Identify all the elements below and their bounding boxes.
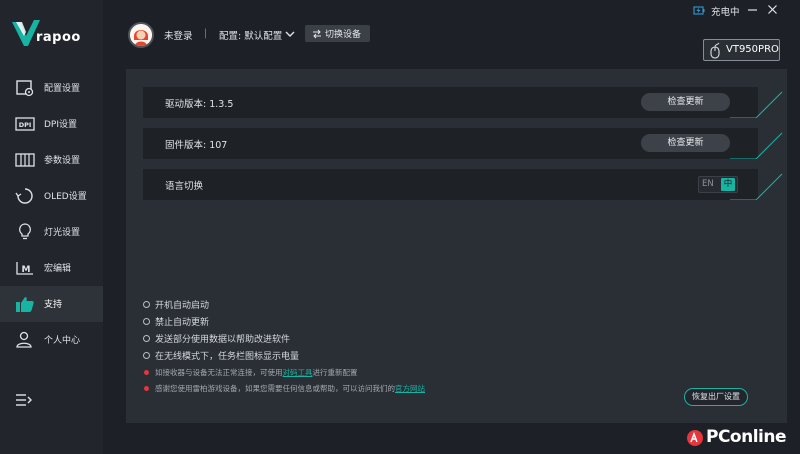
factory-reset-button[interactable]: 恢复出厂设置 [684, 388, 748, 406]
language-option-en[interactable]: EN [702, 179, 714, 189]
switch-device-label: 切换设备 [325, 30, 362, 40]
profile-selector[interactable]: 配置: 默认配置 [219, 28, 282, 42]
pconline-logo-icon [687, 430, 703, 446]
sidebar: rapoo 配置设置 DPI DPI设置 参数设置 OLED设置 灯光设置 M … [0, 0, 103, 454]
sidebar-item-label: 宏编辑 [44, 264, 72, 274]
radio-icon[interactable] [143, 301, 150, 308]
sidebar-item-lighting[interactable]: 灯光设置 [0, 214, 103, 250]
sidebar-item-label: 配置设置 [44, 84, 81, 94]
user-icon [16, 331, 32, 348]
option-label: 发送部分使用数据以帮助改进软件 [155, 335, 291, 345]
sidebar-item-label: 参数设置 [44, 156, 81, 166]
switch-icon [313, 29, 321, 38]
sidebar-item-label: 个人中心 [44, 336, 81, 346]
language-label: 语言切换 [165, 181, 204, 192]
sidebar-item-macro[interactable]: M 宏编辑 [0, 250, 103, 286]
collapse-menu-icon[interactable] [15, 392, 33, 408]
oled-icon [15, 188, 33, 204]
battery-charging-icon [693, 6, 705, 15]
radio-icon[interactable] [143, 352, 150, 359]
note-text-part: 进行重新配置 [312, 368, 358, 377]
radio-icon[interactable] [143, 335, 150, 342]
option-label: 禁止自动更新 [155, 318, 210, 328]
device-badge[interactable]: VT950PRO [703, 39, 780, 61]
sidebar-item-label: DPI设置 [44, 120, 78, 130]
close-icon[interactable] [767, 4, 778, 15]
bullet-icon [144, 386, 149, 391]
brand-name: rapoo [36, 30, 81, 45]
row-accent [730, 173, 783, 200]
check-firmware-update-button[interactable]: 检查更新 [641, 134, 730, 152]
svg-text:DPI: DPI [19, 121, 32, 129]
chevron-down-icon[interactable] [285, 29, 295, 39]
sidebar-item-config[interactable]: 配置设置 [0, 70, 103, 106]
note-text-part: 感谢您使用雷柏游戏设备，如果您需要任何信息或帮助，可以访问我们的 [155, 384, 395, 393]
note-text-part: 如接收器与设备无法正常连接，可使用 [155, 368, 283, 377]
driver-version-row: 驱动版本: 1.3.5 检查更新 [143, 87, 783, 118]
pairing-tool-link[interactable]: 对码工具 [283, 368, 313, 377]
watermark-text: PConline [706, 427, 787, 447]
sidebar-item-dpi[interactable]: DPI DPI设置 [0, 106, 103, 142]
bullet-icon [144, 370, 149, 375]
sidebar-item-label: 支持 [44, 300, 63, 310]
sidebar-nav: 配置设置 DPI DPI设置 参数设置 OLED设置 灯光设置 M 宏编辑 支持… [0, 70, 103, 358]
watermark: PConline [686, 427, 796, 449]
lightbulb-icon [19, 223, 31, 240]
firmware-version-label: 固件版本: 107 [165, 140, 228, 151]
radio-icon[interactable] [143, 318, 150, 325]
firmware-version-row: 固件版本: 107 检查更新 [143, 128, 783, 159]
sidebar-item-parameters[interactable]: 参数设置 [0, 142, 103, 178]
sidebar-item-label: OLED设置 [44, 192, 87, 202]
macro-icon: M [16, 262, 33, 275]
avatar[interactable] [128, 22, 154, 48]
header-separator: | [204, 28, 208, 39]
sidebar-item-support[interactable]: 支持 [0, 286, 103, 322]
switch-device-button[interactable]: 切换设备 [305, 25, 370, 42]
official-website-link[interactable]: 官方网站 [395, 384, 425, 393]
user-status[interactable]: 未登录 [164, 28, 193, 42]
check-driver-update-button[interactable]: 检查更新 [641, 93, 730, 111]
config-icon [16, 80, 34, 97]
row-accent [730, 132, 783, 159]
option-label: 在无线模式下，任务栏图标显示电量 [155, 352, 300, 362]
thumbs-up-icon [16, 297, 34, 312]
parameters-icon [15, 153, 35, 167]
option-label: 开机自动启动 [155, 301, 210, 311]
mouse-icon [710, 42, 720, 59]
driver-version-label: 驱动版本: 1.3.5 [165, 99, 234, 110]
dpi-icon: DPI [15, 117, 35, 131]
sidebar-item-oled[interactable]: OLED设置 [0, 178, 103, 214]
note-text: 如接收器与设备无法正常连接，可使用对码工具进行重新配置 [155, 367, 358, 378]
minimize-icon[interactable] [747, 4, 758, 15]
svg-text:M: M [22, 265, 31, 275]
sidebar-item-user-center[interactable]: 个人中心 [0, 322, 103, 358]
language-row: 语言切换 EN 中 [143, 169, 783, 200]
row-accent [730, 91, 783, 118]
device-name: VT950PRO [726, 44, 779, 55]
charging-status: 充电中 [711, 7, 740, 18]
avatar-icon [130, 24, 152, 46]
note-text: 感谢您使用雷柏游戏设备，如果您需要任何信息或帮助，可以访问我们的官方网站 [155, 383, 425, 394]
sidebar-item-label: 灯光设置 [44, 228, 81, 238]
